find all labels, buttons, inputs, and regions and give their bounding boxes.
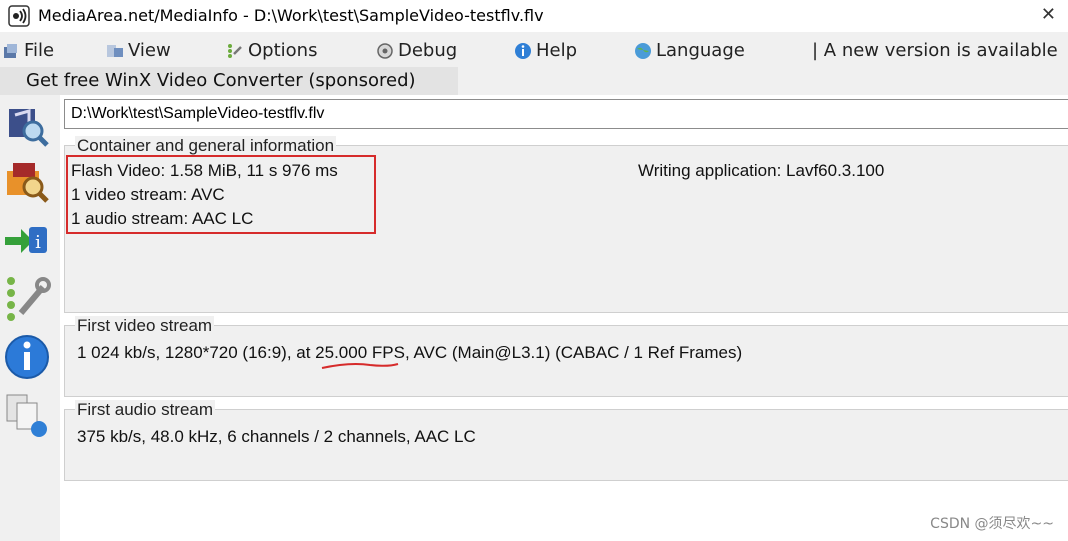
menu-file-label: File xyxy=(24,40,55,61)
writing-application-line: Writing application: Lavf60.3.100 xyxy=(638,161,885,180)
preferences-icon[interactable] xyxy=(3,273,51,321)
menu-debug[interactable]: Debug xyxy=(376,40,457,61)
menu-bar: File View Options Debug Help Language | … xyxy=(0,36,1068,68)
menu-view-label: View xyxy=(128,40,171,61)
debug-icon xyxy=(377,42,393,59)
video-stream-group: First video stream 1 024 kb/s, 1280*720 … xyxy=(64,316,1068,397)
help-icon xyxy=(515,42,531,59)
about-info-icon[interactable] xyxy=(3,333,51,381)
globe-icon xyxy=(635,42,651,59)
open-file-icon[interactable] xyxy=(3,101,51,149)
audio-stream-details: 375 kb/s, 48.0 kHz, 6 channels / 2 chann… xyxy=(77,427,476,446)
video-stream-legend: First video stream xyxy=(75,316,215,336)
view-icon xyxy=(107,44,123,57)
window-title: MediaArea.net/MediaInfo - D:\Work\test\S… xyxy=(38,6,544,25)
view-sidebar: i xyxy=(0,95,58,541)
annotation-underline xyxy=(321,363,399,369)
annotation-highlight-box xyxy=(66,155,376,234)
menu-options-label: Options xyxy=(248,40,318,61)
close-window-button[interactable]: ✕ xyxy=(1041,4,1056,25)
export-info-icon[interactable]: i xyxy=(3,215,51,263)
open-folder-icon[interactable] xyxy=(3,157,51,205)
menu-help-label: Help xyxy=(536,40,578,61)
menu-language-label: Language xyxy=(656,40,745,61)
file-path-field[interactable]: D:\Work\test\SampleVideo-testflv.flv xyxy=(64,99,1068,129)
svg-text:i: i xyxy=(35,232,41,253)
audio-stream-legend: First audio stream xyxy=(75,400,216,420)
sponsor-label: Get free WinX Video Converter (sponsored… xyxy=(26,70,416,91)
file-icon xyxy=(4,43,17,58)
copy-report-icon[interactable] xyxy=(3,391,51,439)
sponsor-bar[interactable]: Get free WinX Video Converter (sponsored… xyxy=(0,67,458,95)
menu-file[interactable]: File xyxy=(2,40,54,61)
mediainfo-app-icon xyxy=(8,5,30,27)
video-stream-details: 1 024 kb/s, 1280*720 (16:9), at 25.000 F… xyxy=(77,343,743,362)
general-info-legend: Container and general information xyxy=(75,136,337,156)
menu-help[interactable]: Help xyxy=(514,40,577,61)
file-path-text: D:\Work\test\SampleVideo-testflv.flv xyxy=(71,105,325,122)
menu-view[interactable]: View xyxy=(106,40,171,61)
menu-language[interactable]: Language xyxy=(634,40,745,61)
new-version-link[interactable]: | A new version is available xyxy=(812,40,1058,61)
watermark-text: CSDN @须尽欢~~ xyxy=(930,516,1054,532)
audio-stream-group: First audio stream 375 kb/s, 48.0 kHz, 6… xyxy=(64,400,1068,481)
menu-options[interactable]: Options xyxy=(226,40,317,61)
menu-debug-label: Debug xyxy=(398,40,458,61)
title-bar: MediaArea.net/MediaInfo - D:\Work\test\S… xyxy=(0,0,1068,32)
options-icon xyxy=(228,43,242,58)
